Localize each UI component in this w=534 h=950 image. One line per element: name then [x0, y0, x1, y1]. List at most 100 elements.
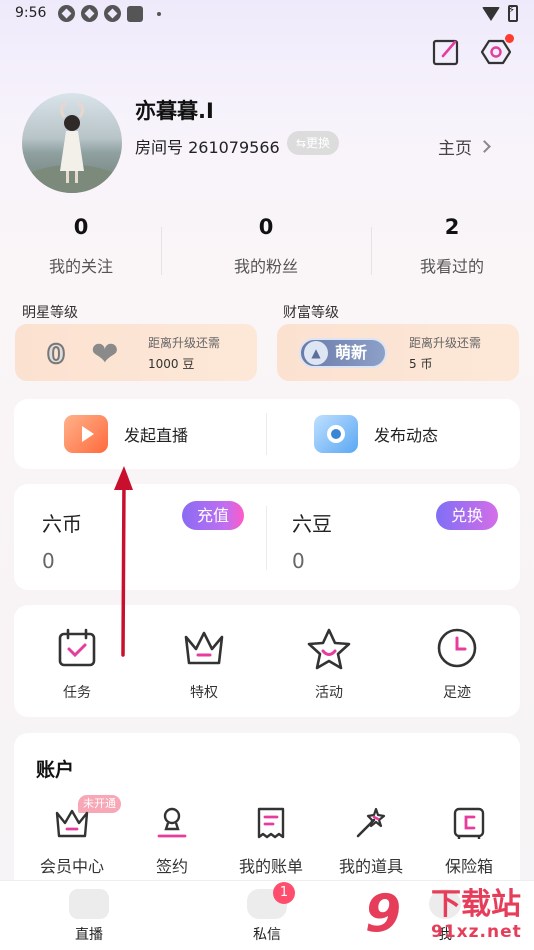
edit-icon[interactable]: [431, 37, 461, 67]
account-card: 账户 未开通 会员中心 签约 我的账单 我的道具 保险箱: [14, 733, 520, 893]
post-moment-button[interactable]: 发布动态: [314, 415, 438, 453]
wallet-card: 六币 0 充值 六豆 0 兑换: [14, 484, 520, 590]
start-live-button[interactable]: 发起直播: [64, 415, 188, 453]
room-number: 房间号 261079566: [135, 138, 280, 157]
watermark-url: 91xz.net: [431, 922, 522, 942]
chevron-right-icon: [478, 140, 491, 153]
account-item-props[interactable]: 我的道具: [326, 805, 416, 877]
battery-icon: [508, 5, 518, 22]
wealth-level-sub: 距离升级还需: [409, 336, 482, 350]
settings-icon[interactable]: [480, 34, 514, 67]
star-level-sub: 距离升级还需: [148, 336, 221, 350]
divider: [266, 506, 267, 570]
recharge-button[interactable]: 充值: [182, 501, 244, 530]
features-card: 任务 特权 活动 足迹: [14, 605, 520, 717]
feature-label: 活动: [315, 685, 343, 701]
account-item-safe[interactable]: 保险箱: [424, 805, 514, 877]
bill-icon: [257, 807, 285, 839]
watermark: 9 下载站 91xz.net: [365, 882, 534, 950]
system-icons: [482, 5, 518, 22]
post-moment-label: 发布动态: [374, 426, 439, 445]
exchange-button[interactable]: 兑换: [436, 501, 498, 530]
clock-icon: [437, 628, 477, 668]
star-level-title: 明星等级: [22, 305, 78, 321]
watermark-logo: 9: [365, 884, 402, 944]
feature-activities[interactable]: 活动: [289, 627, 369, 702]
account-item-label: 签约: [155, 857, 188, 876]
watermark-text: 下载站: [431, 887, 521, 922]
switch-button[interactable]: ⇆更换: [287, 131, 340, 155]
stat-value: 0: [73, 215, 89, 239]
nav-item-messages[interactable]: 私信: [227, 889, 307, 944]
account-item-label: 我的账单: [238, 857, 303, 876]
notification-icon: [104, 5, 121, 22]
account-title: 账户: [36, 759, 75, 781]
crown-icon: [55, 809, 89, 838]
nav-label: 直播: [75, 927, 103, 943]
feature-privileges[interactable]: 特权: [164, 627, 244, 702]
stat-label: 我的粉丝: [233, 257, 298, 276]
star-level-number: 0: [46, 339, 66, 371]
home-link-label: 主页: [438, 139, 472, 159]
stat-viewed[interactable]: 2 我看过的: [372, 215, 532, 277]
feature-label: 足迹: [443, 685, 471, 701]
liu-coin-name: 六币: [42, 512, 82, 536]
stat-following[interactable]: 0 我的关注: [1, 215, 161, 277]
account-item-contract[interactable]: 签约: [127, 805, 217, 877]
heart-icon: ❤: [91, 334, 119, 373]
stat-label: 我看过的: [419, 257, 484, 276]
wealth-level-value: 5 币: [409, 357, 433, 371]
wealth-level-title: 财富等级: [283, 305, 339, 321]
stamp-icon: [157, 807, 187, 838]
profile-name: 亦暮暮.I: [135, 99, 214, 123]
notification-icon: [58, 5, 75, 22]
stat-fans[interactable]: 0 我的粉丝: [186, 215, 346, 277]
stat-value: 0: [258, 215, 274, 239]
live-video-icon: [64, 415, 108, 453]
star-level-card[interactable]: 0 ❤ 距离升级还需 1000 豆: [15, 324, 257, 381]
more-notifications-icon: [157, 11, 161, 16]
notification-icon: [81, 5, 98, 22]
crown-icon: [184, 631, 224, 665]
feature-footprints[interactable]: 足迹: [417, 627, 497, 702]
home-link[interactable]: 主页: [438, 134, 491, 159]
notification-icons: [58, 5, 161, 22]
start-live-label: 发起直播: [124, 426, 189, 445]
account-item-bills[interactable]: 我的账单: [226, 805, 316, 877]
stats-row: 0 我的关注 0 我的粉丝 2 我看过的: [0, 215, 534, 285]
account-item-member-center[interactable]: 会员中心: [27, 805, 117, 877]
feature-label: 任务: [63, 685, 91, 701]
feature-tasks[interactable]: 任务: [37, 627, 117, 702]
notification-icon: [127, 5, 143, 22]
star-icon: [307, 628, 351, 670]
avatar[interactable]: [22, 93, 122, 193]
triangle-badge-icon: ▲: [304, 341, 328, 365]
wealth-badge-label: 萌新: [335, 343, 368, 362]
divider: [161, 227, 162, 275]
notification-dot: [505, 34, 514, 43]
wifi-icon: [482, 6, 500, 21]
nav-item-live[interactable]: 直播: [49, 889, 129, 944]
account-item-label: 保险箱: [444, 857, 493, 876]
feature-label: 特权: [190, 685, 218, 701]
nav-label: 私信: [253, 927, 281, 943]
video-camera-icon: [69, 889, 109, 919]
account-item-label: 会员中心: [39, 857, 104, 876]
liu-coin-value: 0: [42, 549, 55, 573]
account-item-label: 我的道具: [338, 857, 403, 876]
status-bar: 9:56: [0, 0, 534, 28]
message-badge: 1: [273, 882, 295, 904]
magic-wand-icon: [356, 807, 386, 838]
camera-icon: [314, 415, 358, 453]
divider: [266, 413, 267, 455]
quick-actions-card: 发起直播 发布动态: [14, 399, 520, 469]
calendar-check-icon: [58, 628, 96, 667]
wealth-badge: ▲ 萌新: [299, 338, 387, 368]
liu-bean-value: 0: [292, 549, 305, 573]
wealth-level-card[interactable]: ▲ 萌新 距离升级还需 5 币: [277, 324, 519, 381]
stat-label: 我的关注: [48, 257, 113, 276]
safe-icon: [453, 807, 485, 839]
liu-bean-name: 六豆: [292, 512, 332, 536]
stat-value: 2: [444, 215, 460, 239]
status-time: 9:56: [15, 5, 47, 21]
